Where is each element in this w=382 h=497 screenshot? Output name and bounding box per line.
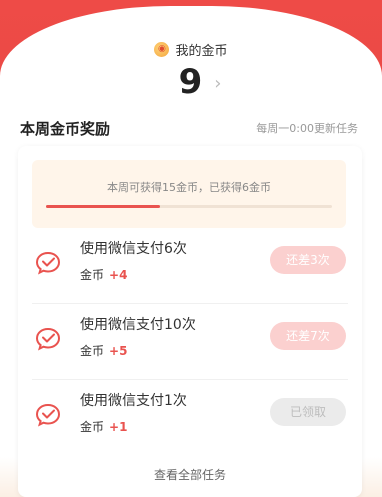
refresh-note: 每周一0:00更新任务 (256, 122, 358, 135)
weekly-progress: 本周可获得15金币，已获得6金币 (32, 160, 346, 228)
task-reward: 金币 +4 (80, 266, 127, 283)
chevron-right-icon[interactable]: › (214, 73, 221, 94)
reward-label: 金币 (80, 344, 105, 358)
view-all-tasks-link[interactable]: 查看全部任务 (18, 466, 362, 483)
my-coins-header: ◉ 我的金币 (0, 40, 382, 59)
task-row: 使用微信支付1次 金币 +1 已领取 (18, 380, 362, 456)
reward-value: +5 (109, 344, 128, 358)
my-coins-label: 我的金币 (175, 44, 228, 59)
reward-label: 金币 (80, 268, 105, 282)
task-title: 使用微信支付6次 (80, 241, 187, 257)
wechat-pay-icon (35, 251, 61, 275)
task-row: 使用微信支付10次 金币 +5 还差7次 (18, 304, 362, 380)
task-title: 使用微信支付10次 (80, 317, 196, 333)
task-reward: 金币 +1 (80, 418, 127, 435)
task-reward: 金币 +5 (80, 342, 127, 359)
task-title: 使用微信支付1次 (80, 393, 187, 409)
claimed-button[interactable]: 已领取 (270, 398, 346, 426)
reward-value: +4 (109, 268, 128, 282)
section-title: 本周金币奖励 (20, 120, 111, 138)
wechat-pay-icon (35, 327, 61, 351)
task-progress-button[interactable]: 还差7次 (270, 322, 346, 350)
coin-count[interactable]: 9 (179, 62, 203, 102)
coin-balance[interactable]: 9 › (0, 62, 382, 102)
progress-track (46, 205, 332, 208)
task-row: 使用微信支付6次 金币 +4 还差3次 (18, 228, 362, 304)
reward-label: 金币 (80, 420, 105, 434)
wechat-pay-icon (35, 403, 61, 427)
reward-value: +1 (109, 420, 128, 434)
progress-text: 本周可获得15金币，已获得6金币 (107, 181, 271, 194)
task-progress-button[interactable]: 还差3次 (270, 246, 346, 274)
progress-fill (46, 205, 161, 208)
task-card: 本周可获得15金币，已获得6金币 使用微信支付6次 金币 +4 还差3次 使用微信… (18, 146, 362, 497)
coin-icon: ◉ (154, 42, 170, 57)
